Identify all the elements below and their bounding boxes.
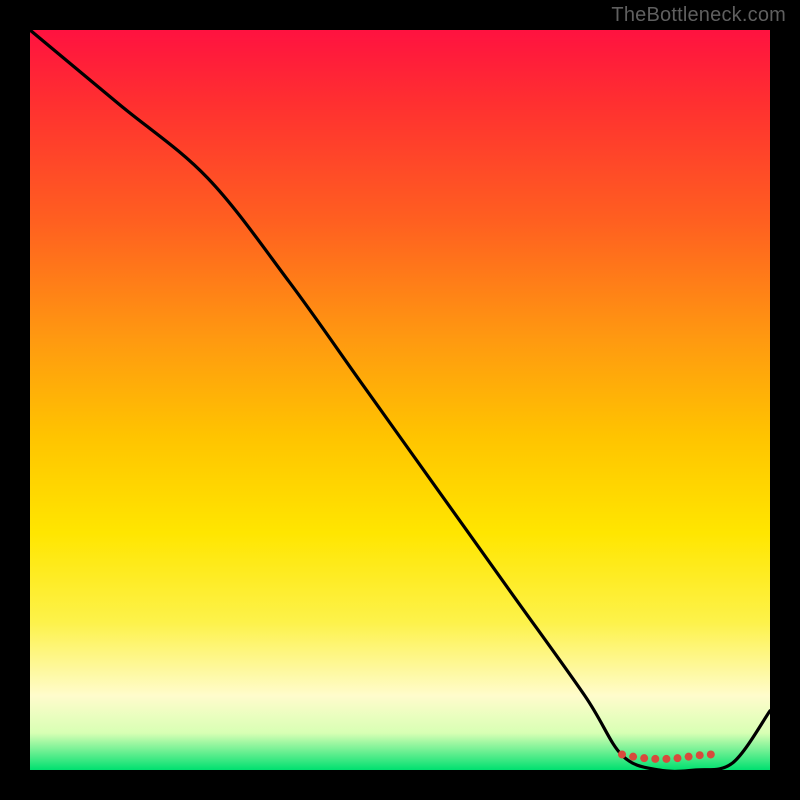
- chart-container: TheBottleneck.com: [0, 0, 800, 800]
- chart-svg: [30, 30, 770, 770]
- marker-point: [651, 755, 659, 763]
- marker-point: [662, 755, 670, 763]
- marker-point: [629, 753, 637, 761]
- marker-point: [696, 751, 704, 759]
- marker-point: [707, 750, 715, 758]
- marker-point: [618, 750, 626, 758]
- marker-group: [618, 750, 715, 762]
- plot-area: [30, 30, 770, 770]
- line-series: [30, 30, 770, 770]
- marker-point: [685, 753, 693, 761]
- marker-point: [640, 754, 648, 762]
- watermark-text: TheBottleneck.com: [611, 4, 786, 27]
- marker-point: [674, 754, 682, 762]
